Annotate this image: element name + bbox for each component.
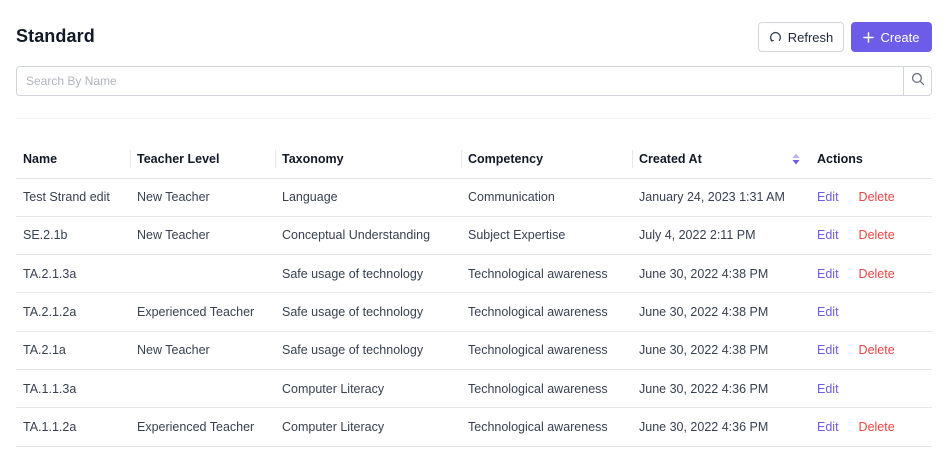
cell-taxonomy: Computer Literacy <box>275 407 461 447</box>
refresh-button[interactable]: Refresh <box>758 22 844 52</box>
cell-teacher-level <box>130 254 275 294</box>
cell-created-at: June 30, 2022 4:38 PM <box>632 331 810 370</box>
cell-name: TA.2.1.2a <box>16 292 130 332</box>
cell-actions: Edit Delete <box>810 331 932 370</box>
cell-teacher-level: New Teacher <box>130 331 275 370</box>
search-bar <box>16 66 932 96</box>
column-header-created-at-label: Created At <box>639 151 702 166</box>
column-header-actions: Actions <box>810 140 932 179</box>
cell-competency: Technological awareness <box>461 292 632 332</box>
column-header-taxonomy: Taxonomy <box>275 140 461 179</box>
cell-name: SE.2.1b <box>16 216 130 256</box>
cell-taxonomy: Conceptual Understanding <box>275 216 461 256</box>
cell-actions: Edit Delete <box>810 254 932 294</box>
table-row: TA.2.1.3a Safe usage of technology Technol… <box>16 254 932 294</box>
column-header-created-at[interactable]: Created At <box>632 140 810 179</box>
edit-link[interactable]: Edit <box>817 420 839 434</box>
cell-competency: Technological awareness <box>461 254 632 294</box>
cell-teacher-level: Experienced Teacher <box>130 292 275 332</box>
refresh-icon <box>769 31 782 44</box>
cell-name: TA.1.1.3a <box>16 369 130 409</box>
cell-name: TA.1.1.2a <box>16 407 130 447</box>
cell-actions: Edit <box>810 369 932 409</box>
cell-created-at: June 30, 2022 4:36 PM <box>632 407 810 447</box>
cell-created-at: June 30, 2022 4:38 PM <box>632 292 810 332</box>
page-title: Standard <box>16 26 95 46</box>
delete-link[interactable]: Delete <box>859 420 895 434</box>
delete-link[interactable]: Delete <box>859 190 895 204</box>
cell-taxonomy: Safe usage of technology <box>275 292 461 332</box>
edit-link[interactable]: Edit <box>817 382 839 396</box>
cell-actions: Edit Delete <box>810 216 932 256</box>
cell-actions: Edit Delete <box>810 407 932 447</box>
table-body: Test Strand edit New Teacher Language Commu… <box>16 178 932 447</box>
cell-created-at: June 30, 2022 4:38 PM <box>632 254 810 294</box>
refresh-label: Refresh <box>787 29 834 45</box>
cell-actions: Edit <box>810 292 932 332</box>
table-row: TA.2.1a New Teacher Safe usage of technolo… <box>16 331 932 370</box>
cell-created-at: June 30, 2022 4:36 PM <box>632 369 810 409</box>
table-row: TA.1.1.2a Experienced Teacher Computer Lit… <box>16 407 932 447</box>
delete-link[interactable]: Delete <box>859 228 895 242</box>
column-header-teacher-level: Teacher Level <box>130 140 275 179</box>
cell-taxonomy: Language <box>275 178 461 217</box>
standards-table: Name Teacher Level Taxonomy Competency C… <box>16 140 932 447</box>
delete-link[interactable]: Delete <box>859 267 895 281</box>
cell-taxonomy: Safe usage of technology <box>275 331 461 370</box>
cell-taxonomy: Computer Literacy <box>275 369 461 409</box>
edit-link[interactable]: Edit <box>817 343 839 357</box>
cell-teacher-level: Experienced Teacher <box>130 407 275 447</box>
table-row: TA.2.1.2a Experienced Teacher Safe usage o… <box>16 292 932 332</box>
cell-competency: Technological awareness <box>461 407 632 447</box>
edit-link[interactable]: Edit <box>817 305 839 319</box>
column-header-competency: Competency <box>461 140 632 179</box>
create-button[interactable]: Create <box>851 22 932 52</box>
cell-created-at: January 24, 2023 1:31 AM <box>632 178 810 217</box>
edit-link[interactable]: Edit <box>817 228 839 242</box>
cell-name: TA.2.1.3a <box>16 254 130 294</box>
cell-competency: Communication <box>461 178 632 217</box>
edit-link[interactable]: Edit <box>817 190 839 204</box>
cell-teacher-level: New Teacher <box>130 216 275 256</box>
cell-teacher-level <box>130 369 275 409</box>
plus-icon <box>863 31 875 43</box>
create-label: Create <box>880 29 920 45</box>
table-header-row: Name Teacher Level Taxonomy Competency C… <box>16 140 932 179</box>
edit-link[interactable]: Edit <box>817 267 839 281</box>
cell-competency: Technological awareness <box>461 331 632 370</box>
cell-competency: Subject Expertise <box>461 216 632 256</box>
sort-icon[interactable] <box>792 153 800 168</box>
cell-competency: Technological awareness <box>461 369 632 409</box>
search-input[interactable] <box>17 67 903 95</box>
delete-link[interactable]: Delete <box>859 343 895 357</box>
cell-actions: Edit Delete <box>810 178 932 217</box>
page-header: Standard Refresh Create <box>16 22 932 52</box>
cell-teacher-level: New Teacher <box>130 178 275 217</box>
table-row: TA.1.1.3a Computer Literacy Technological … <box>16 369 932 409</box>
table-row: SE.2.1b New Teacher Conceptual Understandi… <box>16 216 932 256</box>
cell-name: TA.2.1a <box>16 331 130 370</box>
table-row: Test Strand edit New Teacher Language Commu… <box>16 178 932 217</box>
divider <box>16 118 932 119</box>
cell-created-at: July 4, 2022 2:11 PM <box>632 216 810 256</box>
search-button[interactable] <box>903 67 931 95</box>
cell-taxonomy: Safe usage of technology <box>275 254 461 294</box>
column-header-name: Name <box>16 140 130 179</box>
search-icon <box>911 72 925 91</box>
cell-name: Test Strand edit <box>16 178 130 217</box>
